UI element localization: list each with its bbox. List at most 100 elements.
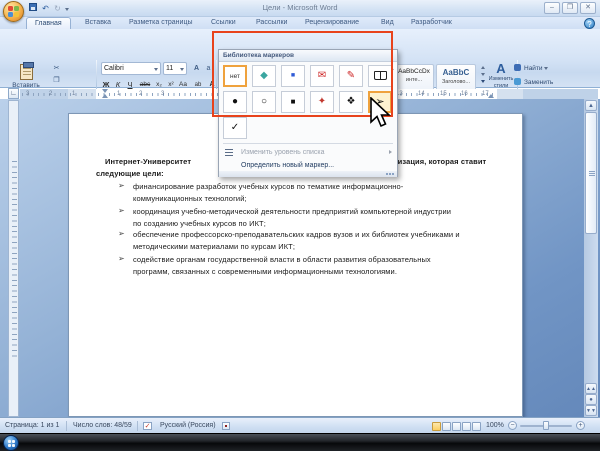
status-bar: Страница: 1 из 1 Число слов: 48/59 ✓ Рус… (0, 417, 600, 433)
windows-flag-icon (8, 439, 15, 447)
ruler-number: 3 (161, 90, 165, 97)
list-bullet-arrow-icon: ➢ (118, 206, 125, 215)
doc-line: методическими материалами по курсам ИКТ; (133, 242, 296, 251)
bullet-library-dropdown: Библиотека маркеров нет ◆ ■ ✉ ✎ ● ○ ■ ✦ … (218, 49, 398, 177)
define-new-bullet-label: Определить новый маркер... (241, 162, 335, 169)
view-outline-icon[interactable] (462, 421, 471, 431)
previous-page-icon[interactable]: ▲▲ (585, 383, 597, 394)
bullet-diamond-cluster-cell[interactable]: ❖ (339, 91, 363, 113)
change-list-level-item[interactable]: Изменить уровень списка (219, 146, 397, 159)
tab-home[interactable]: Главная (26, 17, 71, 29)
window-title: Цели - Microsoft Word (262, 3, 338, 12)
bullet-checkmark-cell[interactable]: ✓ (223, 117, 247, 139)
tab-selector-button[interactable]: ∟ (8, 88, 19, 99)
doc-line: финансирование разработок учебных курсов… (133, 182, 404, 191)
find-button[interactable]: Найти (514, 63, 549, 75)
language-indicator[interactable]: Русский (Россия) (160, 418, 216, 434)
taskbar: ❖ e ИНТ... In Th... Прои... Лекц... Жур.… (0, 433, 600, 451)
view-web-layout-icon[interactable] (452, 421, 461, 431)
styles-gallery-scroll[interactable] (479, 65, 487, 87)
right-indent-marker[interactable] (488, 94, 494, 98)
style-preview: AaBbC (442, 68, 470, 77)
doc-line: обеспечение профессорско-преподавательск… (133, 230, 460, 239)
doc-heading-left: Интернет-Университет (105, 157, 192, 166)
restore-button[interactable]: ❐ (562, 2, 578, 14)
tab-mailings[interactable]: Рассылки (248, 17, 295, 29)
replace-button[interactable]: Заменить (514, 77, 553, 89)
cut-icon[interactable]: ✂ (50, 63, 63, 74)
scrollbar-thumb[interactable] (585, 112, 597, 234)
doc-line: содействие органам государственной власт… (133, 255, 431, 264)
list-level-icon (225, 149, 233, 156)
tab-review[interactable]: Рецензирование (297, 17, 367, 29)
tab-view[interactable]: Вид (373, 17, 402, 29)
view-print-layout-icon[interactable] (432, 421, 441, 431)
word-window: ↶ ↻ Цели - Microsoft Word – ❐ ✕ Главная … (0, 0, 600, 451)
bullet-none-cell[interactable]: нет (223, 65, 247, 87)
doc-heading-right: низация, которая ставит (393, 157, 487, 166)
dropdown-title: Библиотека маркеров (219, 50, 397, 62)
shrink-font-button[interactable]: а (202, 63, 215, 74)
font-family-value: Calibri (104, 65, 124, 72)
hanging-indent-marker[interactable] (102, 94, 108, 98)
bullet-hollow-circle-cell[interactable]: ○ (252, 91, 276, 113)
find-label: Найти (524, 65, 543, 72)
bullet-book-cell[interactable] (368, 65, 392, 87)
spellcheck-icon[interactable]: ✓ (143, 422, 152, 430)
list-bullet-arrow-icon: ➢ (118, 229, 125, 238)
scroll-up-icon[interactable]: ▲ (585, 100, 597, 111)
bullet-arrow-cell[interactable]: ➢ (368, 91, 392, 113)
first-line-indent-marker[interactable] (102, 89, 108, 93)
zoom-out-button[interactable]: − (508, 421, 517, 430)
paste-clipboard-icon (19, 62, 34, 80)
bullet-filled-square-cell[interactable]: ■ (281, 91, 305, 113)
style-chip-heading1[interactable]: AaBbC Заголово... (436, 64, 476, 91)
zoom-in-button[interactable]: + (576, 421, 585, 430)
tab-page-layout[interactable]: Разметка страницы (121, 17, 201, 29)
bullet-filled-circle-cell[interactable]: ● (223, 91, 247, 113)
tab-insert[interactable]: Вставка (77, 17, 119, 29)
close-button[interactable]: ✕ (580, 2, 596, 14)
start-button[interactable] (3, 434, 19, 451)
word-count[interactable]: Число слов: 48/59 (73, 418, 132, 434)
select-browse-object-icon[interactable]: ● (585, 394, 597, 405)
dropdown-resize-grip[interactable] (219, 171, 397, 177)
macro-record-icon[interactable] (222, 422, 230, 430)
minimize-button[interactable]: – (544, 2, 560, 14)
font-family-select[interactable]: Calibri (101, 62, 161, 75)
font-size-chevron-down-icon (180, 68, 184, 71)
tab-developer[interactable]: Разработчик (403, 17, 460, 29)
doc-line: по созданию учебных курсов по ИКТ; (133, 219, 266, 228)
open-book-icon (373, 70, 387, 80)
bullet-blue-square-cell[interactable]: ■ (281, 65, 305, 87)
zoom-slider-thumb[interactable] (543, 421, 549, 430)
font-family-chevron-down-icon (154, 68, 158, 71)
style-chip-no-spacing[interactable]: AaBbCcDx инте... (394, 64, 434, 91)
vertical-ruler[interactable] (8, 100, 19, 417)
help-icon[interactable]: ? (584, 18, 595, 29)
page-count[interactable]: Страница: 1 из 1 (5, 418, 59, 434)
zoom-level[interactable]: 100% (486, 418, 504, 434)
office-button[interactable] (3, 1, 24, 22)
vertical-scrollbar[interactable]: ▲ ▲▲ ● ▼▼ (584, 99, 598, 417)
next-page-icon[interactable]: ▼▼ (585, 405, 597, 416)
copy-icon[interactable]: ❐ (50, 75, 63, 86)
ruler-number: 2 (139, 90, 143, 97)
submenu-arrow-icon (389, 150, 392, 154)
bullet-star-cell[interactable]: ✦ (310, 91, 334, 113)
doc-heading-line2: следующие цели: (96, 169, 164, 178)
ribbon-tab-row: Главная Вставка Разметка страницы Ссылки… (0, 17, 600, 29)
tab-references[interactable]: Ссылки (203, 17, 244, 29)
ruler-number: 2 (49, 90, 53, 97)
font-size-select[interactable]: 11 (163, 62, 187, 75)
ruler-number: 15 (440, 90, 447, 97)
view-draft-icon[interactable] (472, 421, 481, 431)
bullet-envelope-cell[interactable]: ✉ (310, 65, 334, 87)
bullet-none-label: нет (230, 73, 240, 80)
style-label: инте... (405, 77, 423, 83)
find-icon (514, 64, 521, 71)
bullet-diamond-cell[interactable]: ◆ (252, 65, 276, 87)
ruler-number: 3 (26, 90, 30, 97)
view-fullscreen-icon[interactable] (442, 421, 451, 431)
bullet-pen-cell[interactable]: ✎ (339, 65, 363, 87)
